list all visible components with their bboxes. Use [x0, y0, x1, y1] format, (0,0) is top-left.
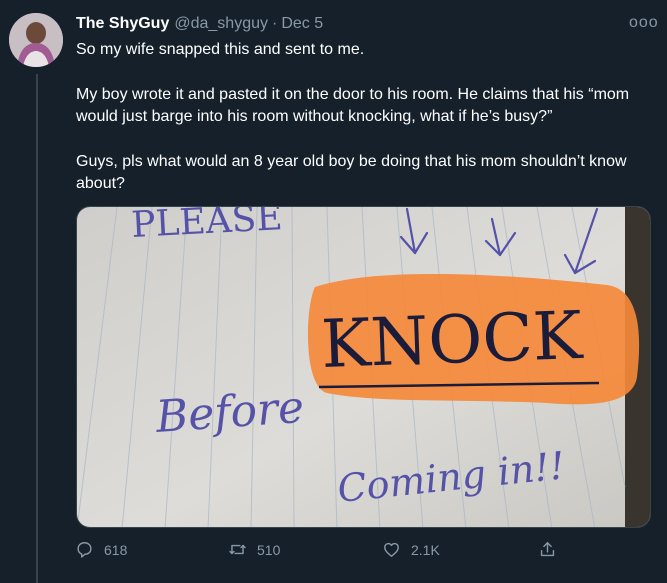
user-handle[interactable]: @da_shyguy	[174, 15, 268, 33]
thread-line	[36, 74, 38, 583]
share-button[interactable]	[538, 540, 567, 559]
display-name[interactable]: The ShyGuy	[76, 15, 169, 33]
reply-icon	[77, 542, 92, 558]
tweet-text-line-1: So my wife snapped this and sent to me.	[76, 41, 365, 58]
reply-button[interactable]: 618	[75, 540, 127, 559]
avatar-image	[9, 13, 63, 67]
tweet-date[interactable]: Dec 5	[281, 15, 323, 33]
tweet-header: The ShyGuy @da_shyguy · Dec 5	[76, 15, 323, 33]
tweet-text-paragraph-3: Guys, pls what would an 8 year old boy b…	[76, 153, 631, 192]
note-text-before: Before	[153, 382, 305, 443]
more-icon[interactable]: ooo	[629, 14, 659, 32]
avatar[interactable]	[9, 13, 63, 67]
reply-count: 618	[104, 541, 128, 558]
tweet-text-paragraph-2: My boy wrote it and pasted it on the doo…	[76, 86, 634, 125]
note-text-knock: KNOCK	[320, 297, 585, 383]
tweet-photo[interactable]: PLEASE KNOCK Before Coming in!!	[76, 206, 651, 528]
note-photo: PLEASE KNOCK Before Coming in!!	[77, 207, 650, 527]
like-count: 2.1K	[411, 541, 440, 558]
like-button[interactable]: 2.1K	[382, 540, 440, 559]
action-bar: 618 510 2.1K	[0, 540, 667, 566]
like-icon	[384, 542, 399, 557]
retweet-button[interactable]: 510	[228, 540, 280, 559]
retweet-count: 510	[257, 541, 281, 558]
retweet-icon	[229, 544, 246, 555]
separator-dot: ·	[272, 15, 278, 32]
share-icon	[540, 542, 555, 557]
